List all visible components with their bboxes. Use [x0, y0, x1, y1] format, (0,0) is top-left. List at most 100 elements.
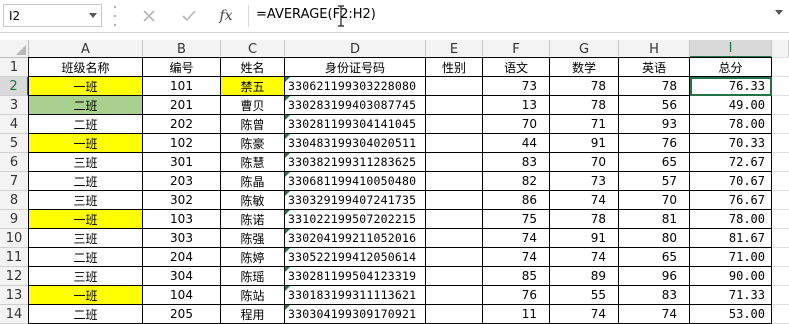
cell-name[interactable]: 禁五 [221, 77, 285, 96]
header-cell-english[interactable]: 英语 [619, 58, 690, 77]
cell-chinese[interactable]: 70 [483, 115, 550, 134]
cell-english[interactable]: 70 [619, 191, 690, 210]
cell-total[interactable]: 70.67 [690, 172, 772, 191]
cell-total[interactable]: 71.00 [690, 248, 772, 267]
cell-chinese[interactable]: 75 [483, 210, 550, 229]
cell-class-name[interactable]: 二班 [29, 305, 143, 324]
cell-total[interactable]: 76.33 [690, 77, 772, 96]
cell-id-number[interactable]: 331022199507202215 [285, 210, 426, 229]
cell-id-number[interactable]: 330283199403087745 [285, 96, 426, 115]
cell-chinese[interactable]: 74 [483, 229, 550, 248]
cell-number[interactable]: 202 [143, 115, 221, 134]
cell-gender[interactable] [426, 210, 483, 229]
header-cell-number[interactable]: 编号 [143, 58, 221, 77]
cell-id-number[interactable]: 330621199303228080 [285, 77, 426, 96]
cell-english[interactable]: 56 [619, 96, 690, 115]
cell-id-number[interactable]: 330281199304141045 [285, 115, 426, 134]
cell-name[interactable]: 陈敏 [221, 191, 285, 210]
row-header-4[interactable]: 4 [0, 115, 29, 134]
cell-gender[interactable] [426, 115, 483, 134]
cell-gender[interactable] [426, 267, 483, 286]
column-header-e[interactable]: E [426, 40, 483, 58]
row-header-5[interactable]: 5 [0, 134, 29, 153]
row-header-6[interactable]: 6 [0, 153, 29, 172]
chevron-down-icon[interactable] [89, 13, 97, 18]
header-cell-class-name[interactable]: 班级名称 [29, 58, 143, 77]
cell-chinese[interactable]: 44 [483, 134, 550, 153]
cell-number[interactable]: 104 [143, 286, 221, 305]
row-header-14[interactable]: 14 [0, 305, 29, 324]
cell-class-name[interactable]: 一班 [29, 286, 143, 305]
cell-english[interactable]: 83 [619, 286, 690, 305]
cell-id-number[interactable]: 330304199309170921 [285, 305, 426, 324]
cell-gender[interactable] [426, 191, 483, 210]
cell-math[interactable]: 89 [550, 267, 619, 286]
cell-math[interactable]: 78 [550, 77, 619, 96]
cell-id-number[interactable]: 330281199504123319 [285, 267, 426, 286]
cell-total[interactable]: 70.33 [690, 134, 772, 153]
header-cell-math[interactable]: 数学 [550, 58, 619, 77]
cell-chinese[interactable]: 74 [483, 248, 550, 267]
cell-english[interactable]: 74 [619, 305, 690, 324]
cell-math[interactable]: 78 [550, 210, 619, 229]
cell-class-name[interactable]: 一班 [29, 210, 143, 229]
column-header-d[interactable]: D [285, 40, 426, 58]
cell-class-name[interactable]: 一班 [29, 77, 143, 96]
cell-total[interactable]: 72.67 [690, 153, 772, 172]
cell-class-name[interactable]: 一班 [29, 134, 143, 153]
cell-gender[interactable] [426, 248, 483, 267]
cell-number[interactable]: 102 [143, 134, 221, 153]
header-cell-total[interactable]: 总分 [690, 58, 772, 77]
cell-math[interactable]: 91 [550, 134, 619, 153]
cell-number[interactable]: 101 [143, 77, 221, 96]
cell-chinese[interactable]: 85 [483, 267, 550, 286]
cell-english[interactable]: 76 [619, 134, 690, 153]
column-header-f[interactable]: F [483, 40, 550, 58]
cell-name[interactable]: 陈强 [221, 229, 285, 248]
cell-number[interactable]: 103 [143, 210, 221, 229]
cell-class-name[interactable]: 三班 [29, 153, 143, 172]
column-header-next[interactable] [772, 40, 789, 58]
cell-total[interactable]: 81.67 [690, 229, 772, 248]
header-cell-gender[interactable]: 性别 [426, 58, 483, 77]
cell-english[interactable]: 93 [619, 115, 690, 134]
cell-id-number[interactable]: 330483199304020511 [285, 134, 426, 153]
cell-math[interactable]: 55 [550, 286, 619, 305]
cell-chinese[interactable]: 11 [483, 305, 550, 324]
cell-english[interactable]: 96 [619, 267, 690, 286]
cell-number[interactable]: 201 [143, 96, 221, 115]
cell-name[interactable]: 陈瑶 [221, 267, 285, 286]
row-header-11[interactable]: 11 [0, 248, 29, 267]
formula-input[interactable]: =AVERAGE(F2:H2) [256, 7, 376, 22]
cell-name[interactable]: 陈曾 [221, 115, 285, 134]
row-header-13[interactable]: 13 [0, 286, 29, 305]
cell-id-number[interactable]: 330522199412050614 [285, 248, 426, 267]
cell-chinese[interactable]: 82 [483, 172, 550, 191]
column-header-i[interactable]: I [690, 40, 772, 58]
cell-math[interactable]: 91 [550, 229, 619, 248]
row-header-9[interactable]: 9 [0, 210, 29, 229]
cell-english[interactable]: 65 [619, 248, 690, 267]
cell-chinese[interactable]: 73 [483, 77, 550, 96]
cell-math[interactable]: 70 [550, 153, 619, 172]
cell-name[interactable]: 程用 [221, 305, 285, 324]
cell-english[interactable]: 65 [619, 153, 690, 172]
cell-id-number[interactable]: 330681199410050480 [285, 172, 426, 191]
cell-number[interactable]: 203 [143, 172, 221, 191]
column-header-c[interactable]: C [221, 40, 285, 58]
cell-math[interactable]: 74 [550, 191, 619, 210]
header-cell-name[interactable]: 姓名 [221, 58, 285, 77]
cell-name[interactable]: 曹贝 [221, 96, 285, 115]
column-header-b[interactable]: B [143, 40, 221, 58]
cell-total[interactable]: 53.00 [690, 305, 772, 324]
cell-english[interactable]: 78 [619, 77, 690, 96]
cell-name[interactable]: 陈诺 [221, 210, 285, 229]
row-header-8[interactable]: 8 [0, 191, 29, 210]
cell-name[interactable]: 陈站 [221, 286, 285, 305]
cell-total[interactable]: 76.67 [690, 191, 772, 210]
column-header-h[interactable]: H [619, 40, 690, 58]
expand-formula-icon[interactable] [775, 10, 783, 15]
cell-total[interactable]: 90.00 [690, 267, 772, 286]
cell-name[interactable]: 陈晶 [221, 172, 285, 191]
cell-chinese[interactable]: 83 [483, 153, 550, 172]
